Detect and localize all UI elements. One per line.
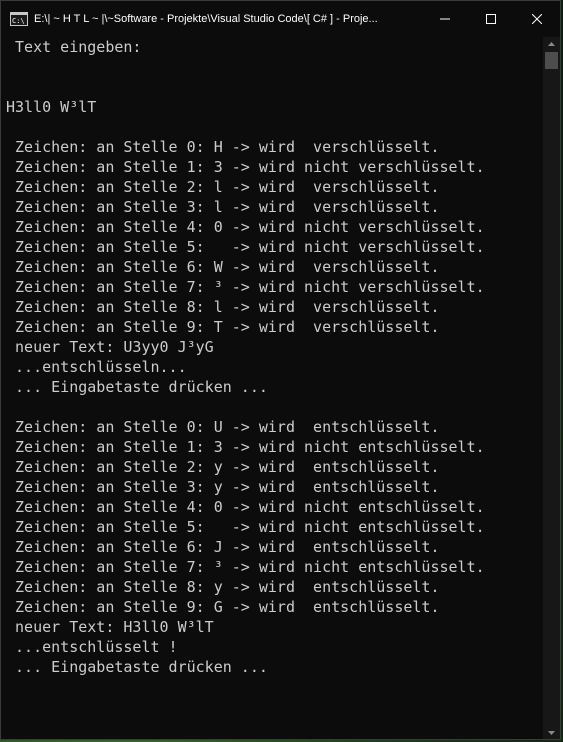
close-button[interactable] bbox=[514, 1, 560, 37]
scroll-up-arrow[interactable] bbox=[543, 37, 560, 50]
chevron-up-icon bbox=[548, 41, 555, 46]
console-line: Zeichen: an Stelle 9: G -> wird entschlü… bbox=[6, 598, 440, 616]
console-line: Zeichen: an Stelle 2: y -> wird entschlü… bbox=[6, 458, 440, 476]
console-line: Zeichen: an Stelle 7: ³ -> wird nicht en… bbox=[6, 558, 485, 576]
chevron-down-icon bbox=[548, 730, 555, 735]
console-line: ...entschlüsselt ! bbox=[6, 638, 178, 656]
console-line: Zeichen: an Stelle 1: 3 -> wird nicht ve… bbox=[6, 158, 485, 176]
console-line: Zeichen: an Stelle 3: l -> wird verschlü… bbox=[6, 198, 440, 216]
console-icon[interactable]: C:\ bbox=[10, 12, 28, 26]
console-line: Text eingeben: bbox=[6, 38, 142, 56]
console-line: Zeichen: an Stelle 4: 0 -> wird nicht en… bbox=[6, 498, 485, 516]
console-line: Zeichen: an Stelle 9: T -> wird verschlü… bbox=[6, 318, 440, 336]
console-line: Zeichen: an Stelle 0: H -> wird verschlü… bbox=[6, 138, 440, 156]
maximize-icon bbox=[486, 14, 496, 24]
title-bar[interactable]: C:\ E:\| ~ H T L ~ |\~Software - Projekt… bbox=[1, 1, 560, 37]
console-line: ... Eingabetaste drücken ... bbox=[6, 658, 268, 676]
console-line: Zeichen: an Stelle 6: W -> wird verschlü… bbox=[6, 258, 440, 276]
console-line: neuer Text: H3ll0 W³lT bbox=[6, 618, 214, 636]
maximize-button[interactable] bbox=[468, 1, 514, 37]
close-icon bbox=[532, 14, 542, 24]
console-line: Zeichen: an Stelle 3: y -> wird entschlü… bbox=[6, 478, 440, 496]
console-line: neuer Text: U3yy0 J³yG bbox=[6, 338, 214, 356]
console-line: Zeichen: an Stelle 8: l -> wird verschlü… bbox=[6, 298, 440, 316]
console-line: Zeichen: an Stelle 5: -> wird nicht ents… bbox=[6, 518, 485, 536]
minimize-icon bbox=[440, 18, 450, 20]
console-window[interactable]: C:\ E:\| ~ H T L ~ |\~Software - Projekt… bbox=[0, 0, 561, 740]
console-line: H3ll0 W³lT bbox=[6, 98, 97, 116]
console-line: Zeichen: an Stelle 4: 0 -> wird nicht ve… bbox=[6, 218, 485, 236]
svg-text:C:\: C:\ bbox=[12, 17, 25, 25]
console-line: ...entschlüsseln... bbox=[6, 358, 187, 376]
console-line: Zeichen: an Stelle 6: J -> wird entschlü… bbox=[6, 538, 440, 556]
console-line: ... Eingabetaste drücken ... bbox=[6, 378, 268, 396]
scroll-down-arrow[interactable] bbox=[543, 726, 560, 739]
console-line: Zeichen: an Stelle 2: l -> wird verschlü… bbox=[6, 178, 440, 196]
scroll-thumb[interactable] bbox=[545, 52, 558, 69]
console-line: Zeichen: an Stelle 5: -> wird nicht vers… bbox=[6, 238, 485, 256]
console-line: Zeichen: an Stelle 1: 3 -> wird nicht en… bbox=[6, 438, 485, 456]
console-output[interactable]: Text eingeben: H3ll0 W³lT Zeichen: an Ste… bbox=[1, 37, 533, 739]
console-line: Zeichen: an Stelle 8: y -> wird entschlü… bbox=[6, 578, 440, 596]
window-title: E:\| ~ H T L ~ |\~Software - Projekte\Vi… bbox=[34, 13, 378, 25]
vertical-scrollbar[interactable] bbox=[543, 37, 560, 739]
minimize-button[interactable] bbox=[422, 1, 468, 37]
console-line: Zeichen: an Stelle 0: U -> wird entschlü… bbox=[6, 418, 440, 436]
console-line: Zeichen: an Stelle 7: ³ -> wird nicht ve… bbox=[6, 278, 485, 296]
